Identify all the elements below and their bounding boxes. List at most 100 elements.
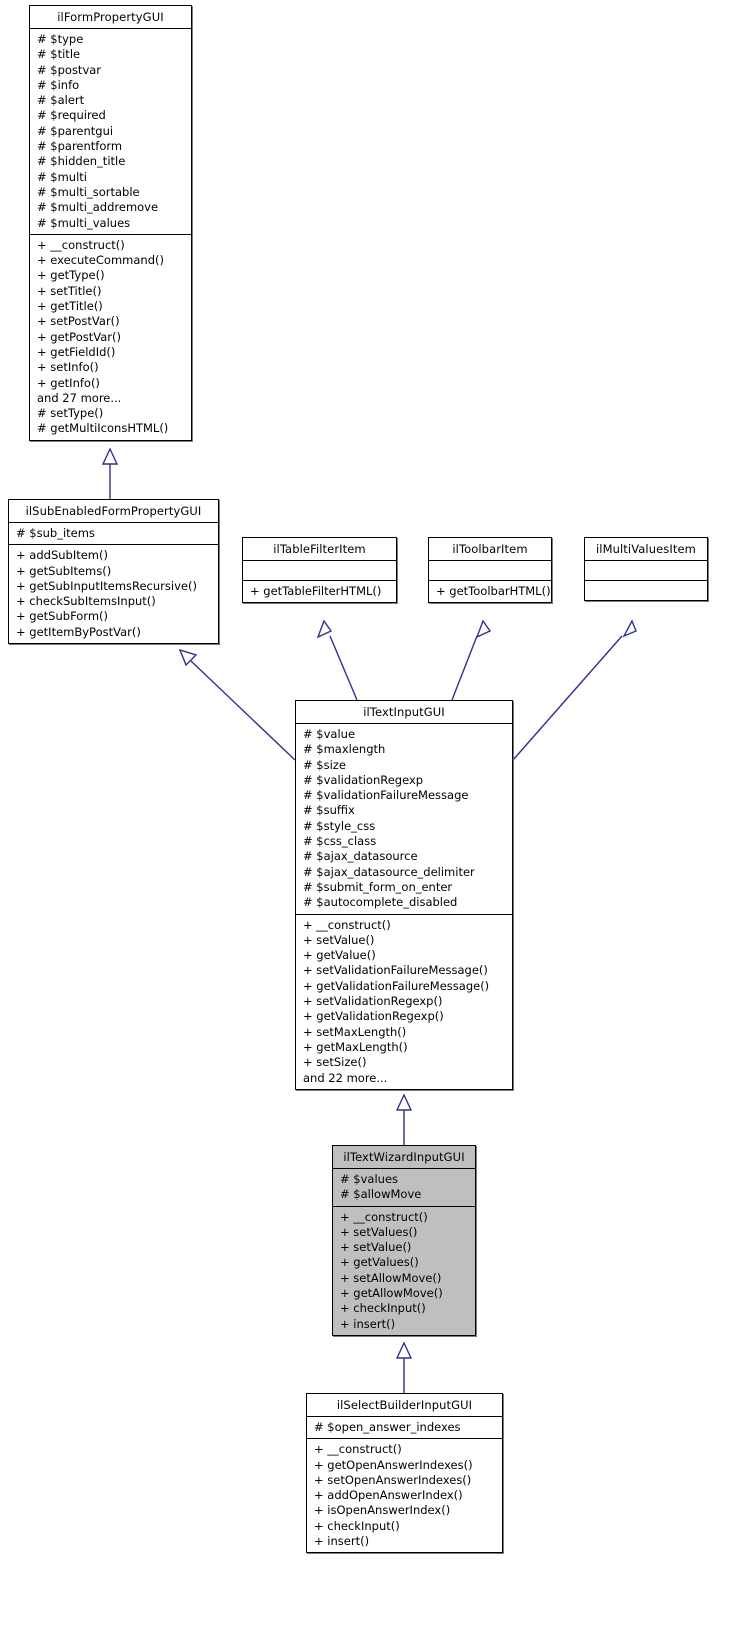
class-member: + setValidationFailureMessage() [303,963,488,978]
class-member: + getValue() [303,948,376,963]
edge-textinput-to-subenabled [178,648,296,761]
class-member: + addOpenAnswerIndex() [314,1488,463,1503]
class-member: # $suffix [303,803,355,818]
methods-section [585,581,707,600]
class-member: + checkSubItemsInput() [16,594,156,609]
class-member: + getSubForm() [16,609,109,624]
class-member: + setPostVar() [37,314,120,329]
class-member: + __construct() [314,1442,402,1457]
class-member: + checkInput() [340,1301,426,1316]
class-member: + executeCommand() [37,253,164,268]
class-member: # $values [340,1172,399,1186]
uml-class-iltextinputgui[interactable]: ilTextInputGUI # $value # $maxlength # $si… [295,700,513,1090]
class-member: + insert() [314,1534,370,1549]
attributes-section: # $type # $title # $postvar # $info # $alert… [30,29,191,234]
uml-class-iltoolbaritem[interactable]: ilToolbarItem + getToolbarHTML() [428,537,552,604]
uml-class-ilmultivaluesitem[interactable]: ilMultiValuesItem [584,537,708,601]
class-member: # $hidden_title [37,154,126,169]
class-member: + getValidationFailureMessage() [303,978,490,993]
edge-textinput-to-tablefilteritem [316,619,358,701]
edge-textwizard-to-textinput [395,1093,413,1145]
class-member: + setMaxLength() [303,1024,407,1039]
attributes-section: # $open_answer_indexes [307,1417,502,1438]
class-title: ilToolbarItem [452,542,528,556]
methods-section: + __construct() + setValue() + getValue() +… [296,915,512,1089]
class-member: + setValues() [340,1224,418,1239]
uml-class-iltextwizardinputgui[interactable]: ilTextWizardInputGUI # $values # $allowMo… [332,1145,476,1336]
class-member: + getAllowMove() [340,1286,443,1301]
class-member: # $autocomplete_disabled [303,895,458,910]
class-member: + getTableFilterHTML() [250,584,382,598]
class-member: + addSubItem() [16,548,108,563]
uml-class-ilsubenabledformpropertygui[interactable]: ilSubEnabledFormPropertyGUI # $sub_items… [8,499,219,645]
class-member: # $ajax_datasource [303,849,418,864]
class-member: + getValues() [340,1255,419,1270]
class-member: + getFieldId() [37,344,116,359]
class-member: + setValue() [340,1240,412,1255]
class-member: + setSize() [303,1055,367,1070]
edge-textinput-to-toolbaritem [451,619,492,701]
class-member: and 22 more... [303,1070,388,1085]
class-member: + setAllowMove() [340,1270,442,1285]
class-member: # $maxlength [303,742,386,757]
attributes-section: # $sub_items [9,523,218,544]
class-member: # $parentform [37,139,123,154]
class-member: # $title [37,47,81,62]
class-member: + setValidationRegexp() [303,994,443,1009]
class-title: ilMultiValuesItem [596,542,696,556]
uml-class-ilselectbuilderinputgui[interactable]: ilSelectBuilderInputGUI # $open_answer_i… [306,1393,503,1554]
uml-class-iltablefilteritem[interactable]: ilTableFilterItem + getTableFilterHTML() [242,537,397,604]
class-member: # $sub_items [16,526,95,540]
edge-subenabled-to-formproperty [101,447,119,499]
attributes-section: # $value # $maxlength # $size # $validation… [296,724,512,914]
methods-section: + getToolbarHTML() [429,581,551,602]
class-member: # $validationRegexp [303,772,424,787]
attributes-section [243,561,396,580]
methods-section: + __construct() + getOpenAnswerIndexes() +… [307,1439,502,1552]
class-member: + getType() [37,268,105,283]
class-member: # $postvar [37,62,102,77]
class-title: ilSubEnabledFormPropertyGUI [25,504,202,518]
methods-section: + addSubItem() + getSubItems() + getSubInp… [9,545,218,643]
uml-diagram-canvas: ilFormPropertyGUI # $type # $title # $post… [0,0,744,1640]
class-member: + setValue() [303,932,375,947]
class-member: + getValidationRegexp() [303,1009,444,1024]
methods-section: + getTableFilterHTML() [243,581,396,602]
class-title: ilTextInputGUI [363,705,445,719]
class-member: # $value [303,727,356,741]
methods-section: + __construct() + setValues() + setValue()… [333,1207,475,1335]
class-member: + setInfo() [37,360,99,375]
class-member: + getInfo() [37,375,100,390]
class-member: + __construct() [37,237,125,252]
class-title: ilTableFilterItem [273,542,366,556]
attributes-section: # $values # $allowMove [333,1169,475,1206]
class-member: + getOpenAnswerIndexes() [314,1457,473,1472]
class-member: # $multi_addremove [37,200,159,215]
class-member: + getPostVar() [37,329,121,344]
class-member: + checkInput() [314,1518,400,1533]
class-member: + __construct() [340,1209,428,1224]
class-member: + getItemByPostVar() [16,624,141,639]
edge-textinput-to-multivaluesitem [512,619,637,761]
class-member: # $multi_values [37,215,131,230]
class-member: # $ajax_datasource_delimiter [303,864,475,879]
class-member: + __construct() [303,917,391,932]
edge-selectbuilder-to-textwizard [395,1341,413,1393]
class-member: + getToolbarHTML() [436,584,551,598]
class-member: # $info [37,77,80,92]
class-member: and 27 more... [37,390,122,405]
class-member: + setTitle() [37,283,102,298]
class-member: # $size [303,757,346,772]
class-title: ilFormPropertyGUI [57,10,164,24]
class-member: # $open_answer_indexes [314,1420,461,1434]
class-member: # getMultiIconsHTML() [37,421,169,436]
class-member: # $multi [37,169,87,184]
class-member: # $allowMove [340,1187,422,1202]
class-member: # $style_css [303,818,376,833]
uml-class-ilformpropertygui[interactable]: ilFormPropertyGUI # $type # $title # $post… [29,5,192,441]
class-member: # $type [37,32,84,46]
class-member: # $css_class [303,834,377,849]
class-member: # setType() [37,406,104,421]
class-member: + getMaxLength() [303,1039,408,1054]
methods-section: + __construct() + executeCommand() + getTy… [30,235,191,440]
